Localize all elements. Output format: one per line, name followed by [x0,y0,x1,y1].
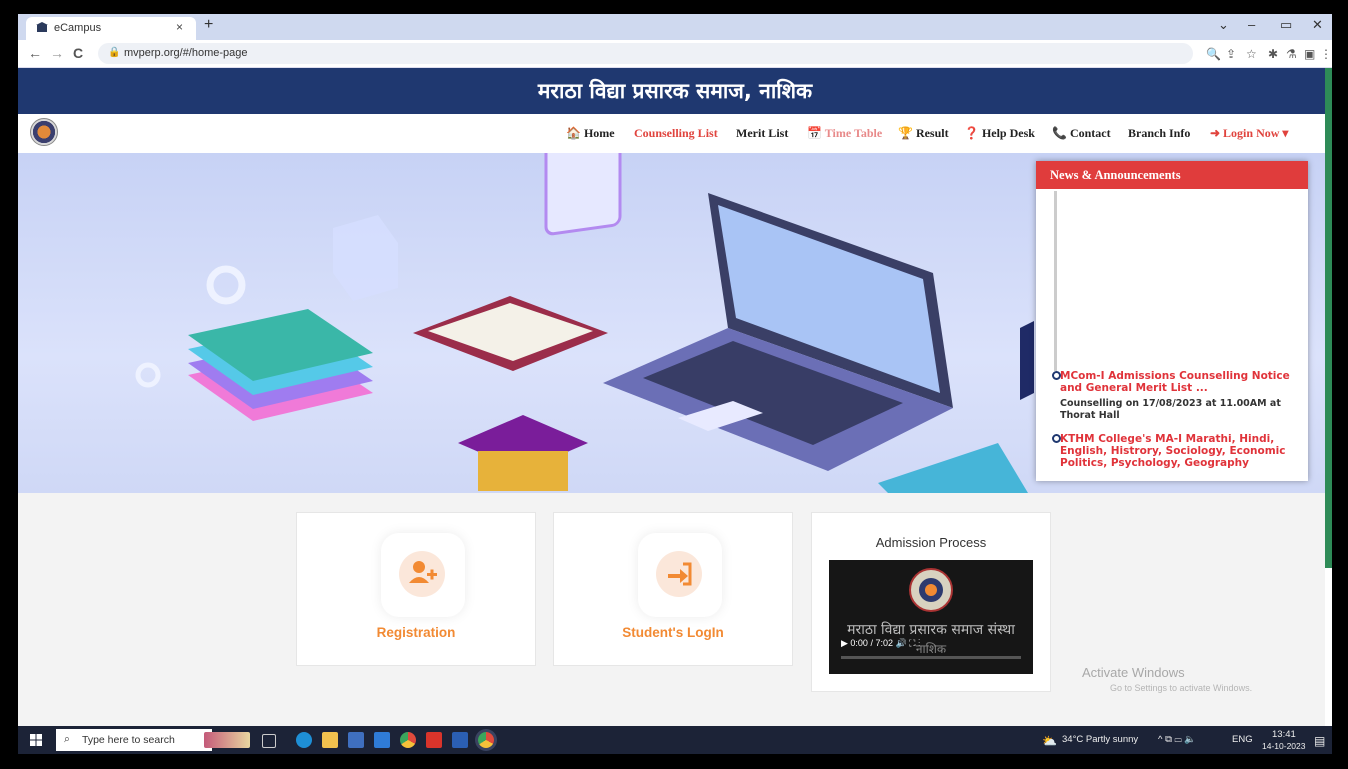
news-timeline [1054,191,1057,371]
nav-time-table[interactable]: 📅 Time Table [807,126,882,141]
chrome-active-icon[interactable] [478,732,494,748]
file-explorer-icon[interactable] [322,732,338,748]
college-logo[interactable] [30,118,58,146]
news-panel: News & Announcements MCom-I Admissions C… [1036,161,1308,481]
task-view-icon[interactable] [262,734,276,748]
ecampus-favicon-icon [36,22,48,32]
nav-home[interactable]: 🏠 Home [566,126,615,141]
taskbar-search[interactable]: ⌕ Type here to search [56,729,212,751]
nav-help-desk[interactable]: ❓ Help Desk [964,126,1035,141]
login-icon-box[interactable] [638,533,722,617]
nav-login-now[interactable]: ➜ Login Now ▾ [1210,126,1288,141]
url-field[interactable]: 🔒 mvperp.org/#/home-page [98,43,1193,64]
bullet-icon [1052,434,1061,443]
clock-time[interactable]: 13:41 [1272,729,1296,740]
tab-ecampus[interactable]: eCampus × [26,17,196,40]
tab-title: eCampus [54,22,102,34]
lock-icon: 🔒 [108,47,121,58]
weather-icon[interactable]: ⛅ [1042,734,1057,748]
zoom-icon[interactable]: 🔍 [1206,47,1221,61]
store-icon[interactable] [348,732,364,748]
sidepanel-icon[interactable]: ▣ [1304,47,1315,61]
share-icon[interactable]: ⇪ [1226,47,1236,61]
registration-icon-box[interactable] [381,533,465,617]
taskbar-search-placeholder: Type here to search [82,734,175,746]
word-icon[interactable] [452,732,468,748]
news-item[interactable]: KTHM College's MA-I Marathi, Hindi, Engl… [1052,433,1308,469]
tab-search-chevron-icon[interactable]: ⌄ [1218,17,1229,33]
nav-branch-info[interactable]: Branch Info [1128,126,1190,141]
tray-icons[interactable]: ^ ⧉ ▭ 🔈 [1158,734,1196,745]
edge-icon[interactable] [296,732,312,748]
admission-process-title: Admission Process [875,535,987,550]
tab-strip: eCampus × + ⌄ – ▭ ✕ [18,14,1332,40]
nav-result[interactable]: 🏆 Result [898,126,949,141]
url-text: mvperp.org/#/home-page [124,47,248,59]
graduation-cap-icon [458,415,588,491]
books-stack-icon [188,309,373,421]
nav-counselling-list[interactable]: Counselling List [634,126,718,141]
search-highlight-image[interactable] [204,732,250,748]
tab-close-icon[interactable]: × [176,20,183,34]
new-tab-button[interactable]: + [204,16,213,34]
registration-label[interactable]: Registration [297,625,535,640]
video-progress-bar[interactable] [841,656,1021,659]
language-indicator[interactable]: ENG [1232,734,1253,745]
close-window-button[interactable]: ✕ [1312,17,1323,33]
laptop-icon [603,193,953,471]
windows-start-icon[interactable] [30,734,42,746]
weather-text[interactable]: 34°C Partly sunny [1062,734,1138,745]
scrollbar-accent [1325,68,1332,568]
pdf-reader-icon[interactable] [426,732,442,748]
news-item-title[interactable]: MCom-I Admissions Counselling Notice and… [1052,370,1308,394]
bullet-icon [1052,371,1061,380]
nav-contact[interactable]: 📞 Contact [1052,126,1111,141]
open-book-icon [413,296,608,371]
notifications-icon[interactable]: ▤ [1314,734,1325,748]
search-icon: ⌕ [64,733,70,745]
site-navbar: 🏠 Home Counselling List Merit List 📅 Tim… [18,114,1325,153]
admission-process-card: Admission Process मराठा विद्या प्रसारक स… [811,512,1051,692]
mail-icon[interactable] [374,732,390,748]
minimize-button[interactable]: – [1248,17,1255,32]
news-item-title[interactable]: KTHM College's MA-I Marathi, Hindi, Engl… [1052,433,1308,469]
news-header: News & Announcements [1036,161,1308,189]
chrome-icon[interactable] [400,732,416,748]
nav-merit-list[interactable]: Merit List [736,126,788,141]
activate-windows-subtitle: Go to Settings to activate Windows. [1110,683,1253,693]
lab-icon[interactable]: ⚗ [1286,47,1297,61]
menu-dots-icon[interactable]: ⋮ [1320,47,1332,61]
news-item[interactable]: MCom-I Admissions Counselling Notice and… [1052,370,1308,422]
institution-seal-icon [909,568,953,612]
forward-button[interactable]: → [50,45,64,61]
tablet-icon [544,153,622,236]
student-login-card[interactable]: Student's LogIn [553,512,793,666]
reload-button[interactable]: C [73,45,83,61]
registration-card[interactable]: Registration [296,512,536,666]
clock-date[interactable]: 14-10-2023 [1262,741,1305,751]
sign-in-icon [668,562,692,586]
video-controls[interactable]: ▶ 0:00 / 7:02 🔊 ⛶ ⋮ [841,638,920,649]
student-login-label[interactable]: Student's LogIn [554,625,792,640]
bookmark-star-icon[interactable]: ☆ [1246,47,1257,61]
video-overlay-text: मराठा विद्या प्रसारक समाज संस्था [847,622,1015,638]
add-user-icon [409,561,437,583]
windows-taskbar: ⌕ Type here to search ⛅ 34°C Partly sunn… [18,726,1332,754]
browser-window: eCampus × + ⌄ – ▭ ✕ ← → C 🔒 mvperp.org/#… [18,14,1332,754]
news-item-desc: Counselling on 17/08/2023 at 11.00AM at … [1060,398,1281,421]
admission-video[interactable]: मराठा विद्या प्रसारक समाज संस्था नाशिक ▶… [829,560,1033,674]
back-button[interactable]: ← [28,45,42,61]
activate-windows-title: Activate Windows [1082,665,1185,680]
extensions-icon[interactable]: ✱ [1268,47,1278,61]
restore-button[interactable]: ▭ [1280,17,1292,33]
site-banner: मराठा विद्या प्रसारक समाज, नाशिक [18,68,1332,114]
address-bar-row: ← → C 🔒 mvperp.org/#/home-page 🔍 ⇪ ☆ ✱ ⚗… [18,40,1332,68]
